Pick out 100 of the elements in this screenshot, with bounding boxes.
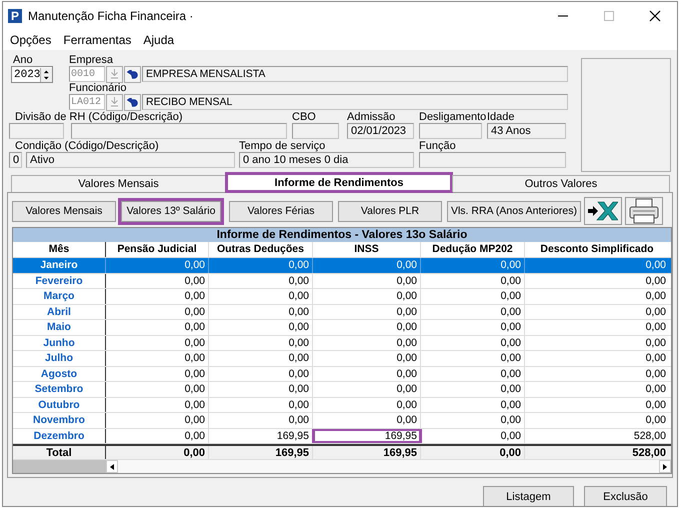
table-cell: 0,00 [421,351,525,366]
table-cell: 0,00 [421,304,525,319]
column-header[interactable]: INSS [313,242,421,257]
employee-name-field[interactable]: RECIBO MENSAL [142,94,568,110]
month-cell[interactable]: Setembro [13,382,106,396]
table-cell: 0,00 [209,304,313,319]
admission-field[interactable]: 02/01/2023 [347,123,414,139]
code-field[interactable]: LA012 [69,94,105,110]
table-cell: 0,00 [209,366,313,381]
table-cell: 0,00 [313,289,421,304]
tab[interactable]: Informe de Rendimentos [226,173,452,192]
table-cell: 169,95 [313,428,421,443]
table-cell: 0,00 [421,320,525,334]
table-cell: 0,00 [106,274,209,288]
column-header[interactable]: Desconto Simplificado [525,242,669,257]
table-cell: 0,00 [106,320,209,334]
table-cell: 0,00 [209,274,313,288]
code-field[interactable]: 0010 [69,66,105,82]
table-cell: 0,00 [209,320,313,334]
table-cell: 0,00 [421,289,525,304]
table-cell: 0,00 [421,258,525,272]
footer-button[interactable]: Exclusão [584,486,667,506]
export-icon[interactable] [584,197,622,225]
month-cell[interactable]: Fevereiro [13,274,106,288]
table-cell-text: 0,00 [644,413,667,428]
month-cell[interactable]: Maio [13,320,106,334]
column-header[interactable]: Dedução MP202 [421,242,525,257]
filter-button[interactable]: Vls. RRA (Anos Anteriores) [447,200,581,222]
age-field[interactable]: 43 Anos [487,123,566,139]
division-code-field[interactable] [9,123,64,139]
month-cell[interactable]: Março [13,289,106,304]
month-cell[interactable]: Janeiro [13,258,106,272]
footer-button[interactable]: Listagem [483,486,574,506]
month-cell[interactable]: Novembro [13,413,106,428]
field-label: Desligamento [419,111,487,123]
year-spinner[interactable]: 2023 [11,66,53,83]
table-cell: 0,00 [106,304,209,319]
month-cell[interactable]: Junho [13,336,106,350]
column-header[interactable]: Outras Deduções [209,242,313,257]
printer-icon[interactable] [625,197,663,225]
table-cell-text: 0,00 [644,258,667,272]
month-cell[interactable]: Julho [13,351,106,366]
month-cell[interactable]: Agosto [13,366,106,381]
service-time-field[interactable]: 0 ano 10 meses 0 dia [239,152,414,168]
filter-button[interactable]: Valores Mensais [12,200,116,222]
tab[interactable]: Outros Valores [452,175,670,192]
condition-field[interactable]: Ativo [26,152,235,168]
scroll-left-icon[interactable] [106,460,118,473]
field-label: Admissão [347,111,396,123]
table-cell: 0,00 [106,351,209,366]
table-cell: 0,00 [209,398,313,412]
field-label: Ano [13,54,34,66]
column-header[interactable]: Pensão Judicial [106,242,209,257]
table-cell-text: 528,00 [632,428,667,443]
table-cell: 0,00 [421,413,525,428]
table-cell: 0,00 [313,304,421,319]
table-cell: 0,00 [421,366,525,381]
termination-field[interactable] [419,123,482,139]
table-cell: 0,00 [313,351,421,366]
menu-item[interactable]: Opções [10,33,52,47]
month-cell[interactable]: Abril [13,304,106,319]
table-cell-text: 0,00 [644,289,667,304]
menu-item[interactable]: Ajuda [143,33,174,47]
table-cell: 0,00 [106,258,209,272]
scroll-right-icon[interactable] [659,460,671,473]
month-cell[interactable]: Outubro [13,398,106,412]
table-cell: 0,00 [313,398,421,412]
field-label: CBO [292,111,317,123]
table-cell: 169,95 [209,428,313,443]
table-cell: 0,00 [106,366,209,381]
table-cell: 0,00 [106,382,209,396]
table-cell: 0,00 [313,336,421,350]
table-cell: 0,00 [421,336,525,350]
table-cell: 0,00 [106,289,209,304]
table-cell-text: 0,00 [644,336,667,350]
scrollbar[interactable] [118,460,659,473]
field-label: Empresa [69,54,114,66]
condition-code-field[interactable]: 0 [9,152,22,168]
cbo-field[interactable] [292,123,339,139]
table-cell: 0,00 [421,274,525,288]
maximize-icon[interactable] [603,10,615,22]
role-field[interactable] [419,152,566,168]
table-cell-text: 0,00 [644,320,667,334]
field-label: Condição (Código/Descrição) [15,140,160,152]
total-label: Total [13,446,106,459]
close-icon[interactable] [649,10,661,22]
month-cell[interactable]: Dezembro [13,428,106,443]
filter-button[interactable]: Valores Férias [229,200,333,222]
table-cell-text: 0,00 [644,304,667,319]
app-logo: P [8,9,22,23]
company-name-field[interactable]: EMPRESA MENSALISTA [142,66,568,82]
menu-item[interactable]: Ferramentas [63,33,132,47]
table-cell: 0,00 [313,258,421,272]
column-header[interactable]: Mês [13,242,106,257]
table-cell: 0,00 [313,366,421,381]
filter-button[interactable]: Valores PLR [338,200,442,222]
tab[interactable]: Valores Mensais [11,175,226,192]
table-cell: 0,00 [209,336,313,350]
division-field[interactable] [71,123,287,139]
field-label: Funcionário [69,82,128,94]
